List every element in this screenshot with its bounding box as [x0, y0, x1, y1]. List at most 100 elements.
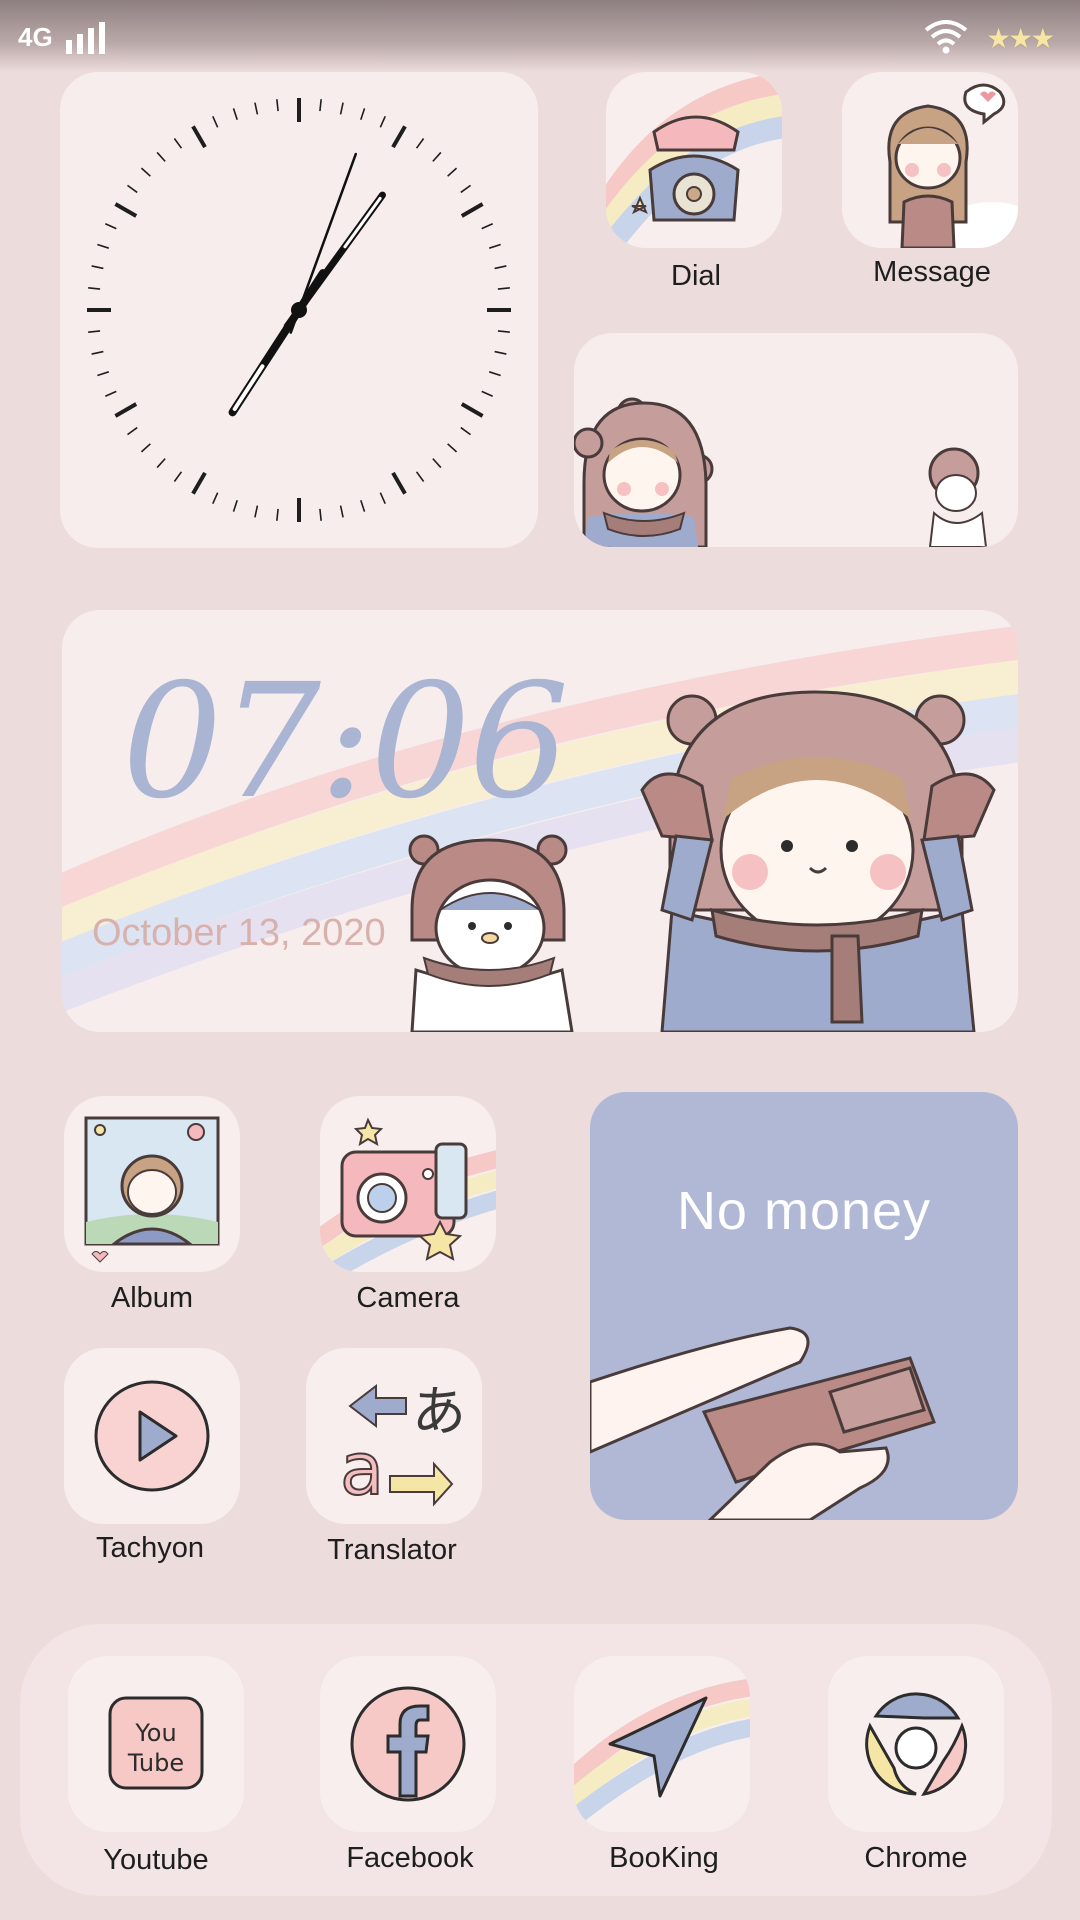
booking-label: BooKing	[609, 1842, 719, 1874]
minute-tick	[488, 371, 501, 377]
svg-text:あ: あ	[412, 1380, 466, 1443]
analog-clock-widget[interactable]	[60, 72, 538, 548]
translator-label: Translator	[327, 1534, 457, 1566]
time-date-widget[interactable]: 07:06 October 13, 2020	[62, 610, 1018, 1032]
chrome-label: Chrome	[864, 1842, 968, 1874]
minute-tick	[481, 390, 493, 397]
minute-tick	[88, 287, 101, 290]
minute-tick	[140, 443, 151, 453]
minute-tick	[494, 350, 507, 355]
youtube-icon-text-1: You	[135, 1719, 177, 1747]
no-money-text: No money	[676, 1181, 932, 1241]
translate-icon: あ a	[339, 1380, 466, 1512]
minute-tick	[140, 167, 151, 177]
star-icons: ★★★	[986, 23, 1055, 54]
minute-tick	[91, 265, 104, 270]
clock-center-pin	[291, 302, 307, 318]
digital-time: 07:06	[122, 650, 569, 834]
minute-tick	[105, 223, 117, 230]
translator-app-icon[interactable]: あ a	[306, 1348, 482, 1524]
minute-tick	[97, 243, 110, 249]
hour-hand-highlight	[232, 364, 265, 411]
camera-label: Camera	[356, 1282, 460, 1314]
facebook-label: Facebook	[346, 1842, 474, 1874]
minute-tick	[339, 102, 344, 115]
hour-tick	[391, 125, 407, 149]
minute-tick	[254, 102, 259, 115]
hour-tick	[460, 202, 484, 218]
girl-avatar-icon	[842, 72, 1018, 248]
youtube-app-icon[interactable]: You Tube	[68, 1656, 244, 1832]
date-text: October 13, 2020	[92, 912, 386, 954]
minute-tick	[379, 492, 386, 504]
no-money-widget[interactable]: No money	[590, 1092, 1018, 1520]
minute-tick	[276, 99, 279, 112]
minute-tick	[339, 505, 344, 518]
minute-tick	[105, 390, 117, 397]
minute-tick	[497, 287, 510, 290]
hour-tick	[191, 471, 207, 495]
minute-tick	[481, 223, 493, 230]
booking-app-icon[interactable]	[574, 1656, 750, 1832]
minute-tick	[460, 184, 471, 194]
youtube-icon-text-2: Tube	[127, 1749, 185, 1777]
minute-tick	[360, 499, 366, 512]
minute-tick	[319, 99, 322, 112]
minute-tick	[127, 184, 138, 194]
paper-plane-icon	[574, 1678, 750, 1830]
chrome-app-icon[interactable]	[828, 1656, 1004, 1832]
minute-tick	[232, 499, 238, 512]
photo-frame-icon	[84, 1116, 220, 1263]
minute-tick	[127, 426, 138, 436]
status-bar	[0, 0, 1080, 72]
minute-tick	[460, 426, 471, 436]
signal-bars-icon	[66, 22, 105, 54]
minute-tick	[432, 458, 442, 469]
telephone-icon	[606, 72, 782, 248]
minute-tick	[91, 350, 104, 355]
minute-tick	[212, 116, 219, 128]
tachyon-label: Tachyon	[95, 1532, 204, 1564]
minute-tick	[360, 108, 366, 121]
minute-tick	[276, 508, 279, 521]
minute-tick	[497, 330, 510, 333]
minute-tick	[415, 471, 425, 482]
camera-app-icon[interactable]	[320, 1096, 496, 1272]
hour-tick	[460, 402, 484, 418]
minute-hand-highlight	[343, 196, 382, 249]
camera-icon	[320, 1117, 496, 1272]
hour-tick	[114, 402, 138, 418]
svg-text:a: a	[340, 1427, 384, 1511]
minute-tick	[447, 443, 458, 453]
minute-tick	[156, 151, 166, 162]
album-label: Album	[110, 1282, 194, 1314]
message-label: Message	[873, 256, 991, 288]
bear-girl-widget[interactable]	[574, 333, 1018, 547]
minute-tick	[254, 505, 259, 518]
network-type: 4G	[18, 22, 53, 52]
clock-face	[87, 98, 511, 522]
wallet-hands-illustration	[590, 1326, 936, 1520]
hour-tick	[191, 125, 207, 149]
facebook-icon	[350, 1686, 466, 1802]
play-icon	[94, 1380, 210, 1492]
minute-tick	[379, 116, 386, 128]
minute-tick	[432, 151, 442, 162]
wifi-icon	[924, 20, 968, 54]
dial-app-icon[interactable]	[606, 72, 782, 248]
minute-tick	[415, 138, 425, 149]
minute-tick	[319, 508, 322, 521]
hour-tick	[114, 202, 138, 218]
facebook-app-icon[interactable]	[320, 1656, 496, 1832]
youtube-label: Youtube	[103, 1844, 209, 1876]
minute-tick	[156, 458, 166, 469]
message-app-icon[interactable]	[842, 72, 1018, 248]
hour-tick	[391, 471, 407, 495]
minute-tick	[494, 265, 507, 270]
bear-girl-illustration	[574, 397, 988, 547]
minute-tick	[447, 167, 458, 177]
album-app-icon[interactable]	[64, 1096, 240, 1272]
chrome-icon	[865, 1692, 968, 1797]
tachyon-app-icon[interactable]	[64, 1348, 240, 1524]
minute-tick	[88, 330, 101, 333]
